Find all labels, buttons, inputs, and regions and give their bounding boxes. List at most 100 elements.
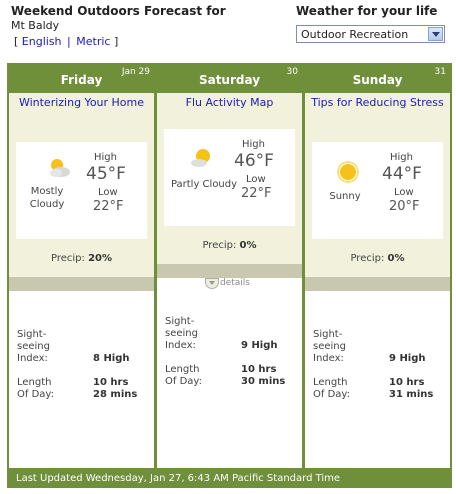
length-hours: 10 hrs [241, 364, 277, 375]
low-label: Low [98, 187, 118, 198]
length-label-line: Length [313, 377, 348, 388]
sightseeing-label-line: seeing [17, 341, 50, 352]
sun-icon [336, 160, 360, 188]
sightseeing-label: Sight- seeing Index: [165, 316, 198, 352]
high-label: High [94, 152, 117, 163]
sightseeing-label-line: Sight- [17, 329, 47, 340]
forecast-frame: Friday Jan 29 Winterizing Your Home Most… [7, 63, 452, 488]
day-panel: Winterizing Your Home Mostly Cloudy High… [9, 93, 154, 277]
sightseeing-label: Sight- seeing Index: [313, 329, 346, 365]
forecast-card: Sunny High 44°F Low 20°F [312, 142, 443, 239]
day-date: 30 [286, 67, 298, 77]
header-title: Weekend Outdoors Forecast for [11, 4, 226, 18]
high-temp: 44°F [382, 164, 422, 184]
day-column-friday: Friday Jan 29 Winterizing Your Home Most… [9, 63, 154, 468]
sightseeing-label-line: seeing [313, 341, 346, 352]
activity-select-value: Outdoor Recreation [301, 28, 409, 41]
sidebar-title: Weather for your life [296, 4, 438, 18]
day-column-saturday: Saturday 30 Flu Activity Map Partly Clou… [157, 63, 302, 468]
dropdown-arrow-icon[interactable] [428, 27, 443, 41]
day-header: Saturday 30 [157, 63, 302, 93]
partly-cloudy-icon [190, 146, 216, 174]
unit-bracket-close: ] [113, 35, 119, 48]
precip-label: Precip: [350, 253, 385, 264]
precip-label: Precip: [50, 253, 85, 264]
length-hours: 10 hrs [389, 377, 425, 388]
day-name: Sunday [352, 73, 403, 87]
length-minutes: 28 mins [93, 389, 138, 400]
day-date: Jan 29 [121, 67, 150, 77]
length-minutes: 30 mins [241, 376, 286, 387]
tip-link[interactable]: Winterizing Your Home [15, 96, 148, 109]
metric-units-link[interactable]: Metric [76, 35, 110, 48]
day-column-sunday: Sunday 31 Tips for Reducing Stress Sunny… [305, 63, 450, 468]
english-units-link[interactable]: English [22, 35, 62, 48]
precip-label: Precip: [202, 240, 237, 251]
forecast-card: Mostly Cloudy High 45°F Low 22°F [16, 142, 147, 239]
precip-row: Precip: 0% [157, 240, 302, 251]
tip-link[interactable]: Tips for Reducing Stress [311, 96, 444, 109]
day-details: Sight- seeing Index: 8 High Length Of Da… [9, 291, 154, 468]
length-label-line: Length [165, 364, 200, 375]
length-label-line: Of Day: [17, 389, 54, 400]
precip-value: 0% [239, 240, 257, 251]
length-label-line: Length [17, 377, 52, 388]
low-temp: 20°F [389, 199, 420, 214]
low-temp: 22°F [93, 199, 124, 214]
day-header: Sunday 31 [305, 63, 450, 93]
activity-select[interactable]: Outdoor Recreation [296, 25, 445, 43]
low-label: Low [246, 174, 266, 185]
sightseeing-value: 9 High [389, 353, 426, 364]
day-panel: Flu Activity Map Partly Cloudy High 46°F… [157, 93, 302, 264]
condition-text: Sunny [329, 191, 361, 202]
precip-row: Precip: 0% [305, 253, 450, 264]
day-date: 31 [434, 67, 446, 77]
day-header: Friday Jan 29 [9, 63, 154, 93]
length-value: 10 hrs 31 mins [389, 377, 433, 401]
length-value: 10 hrs 28 mins [93, 377, 137, 401]
sightseeing-label-line: seeing [165, 328, 198, 339]
divider-band [305, 277, 450, 291]
length-label-line: Of Day: [313, 389, 350, 400]
length-value: 10 hrs 30 mins [241, 364, 285, 388]
unit-toggle: [ English | Metric ] [14, 35, 118, 48]
divider-band [157, 264, 302, 278]
precip-value: 0% [387, 253, 405, 264]
condition-text: Partly Cloudy [170, 179, 238, 190]
tip-link[interactable]: Flu Activity Map [163, 96, 296, 109]
day-details: Sight- seeing Index: 9 High Length Of Da… [305, 291, 450, 468]
location-name: Mt Baldy [11, 19, 60, 32]
unit-bracket-open: [ [14, 35, 19, 48]
length-label: Length Of Day: [313, 377, 350, 401]
high-temp: 46°F [234, 151, 274, 171]
partly-sunny-icon [46, 156, 72, 184]
sightseeing-label-line: Index: [313, 353, 344, 364]
precip-value: 20% [88, 253, 113, 264]
day-details: details Sight- seeing Index: 9 High Leng… [157, 278, 302, 468]
length-label-line: Of Day: [165, 376, 202, 387]
sightseeing-value: 9 High [241, 340, 278, 351]
day-name: Saturday [198, 73, 261, 87]
low-label: Low [394, 187, 414, 198]
high-label: High [390, 152, 413, 163]
last-updated: Last Updated Wednesday, Jan 27, 6:43 AM … [7, 470, 452, 488]
sightseeing-label-line: Index: [165, 340, 196, 351]
day-panel: Tips for Reducing Stress Sunny High 44°F… [305, 93, 450, 277]
sightseeing-label: Sight- seeing Index: [17, 329, 50, 365]
sightseeing-label-line: Sight- [313, 329, 343, 340]
divider-band [9, 277, 154, 291]
details-label[interactable]: details [220, 278, 250, 288]
forecast-card: Partly Cloudy High 46°F Low 22°F [164, 129, 295, 226]
low-temp: 22°F [241, 186, 272, 201]
length-hours: 10 hrs [93, 377, 129, 388]
high-temp: 45°F [86, 164, 126, 184]
sightseeing-label-line: Sight- [165, 316, 195, 327]
sightseeing-label-line: Index: [17, 353, 48, 364]
precip-row: Precip: 20% [9, 253, 154, 264]
chevron-down-icon[interactable] [205, 278, 219, 289]
high-label: High [242, 139, 265, 150]
length-label: Length Of Day: [165, 364, 202, 388]
length-minutes: 31 mins [389, 389, 434, 400]
details-toggle[interactable]: details [205, 278, 250, 289]
unit-separator: | [67, 35, 71, 48]
